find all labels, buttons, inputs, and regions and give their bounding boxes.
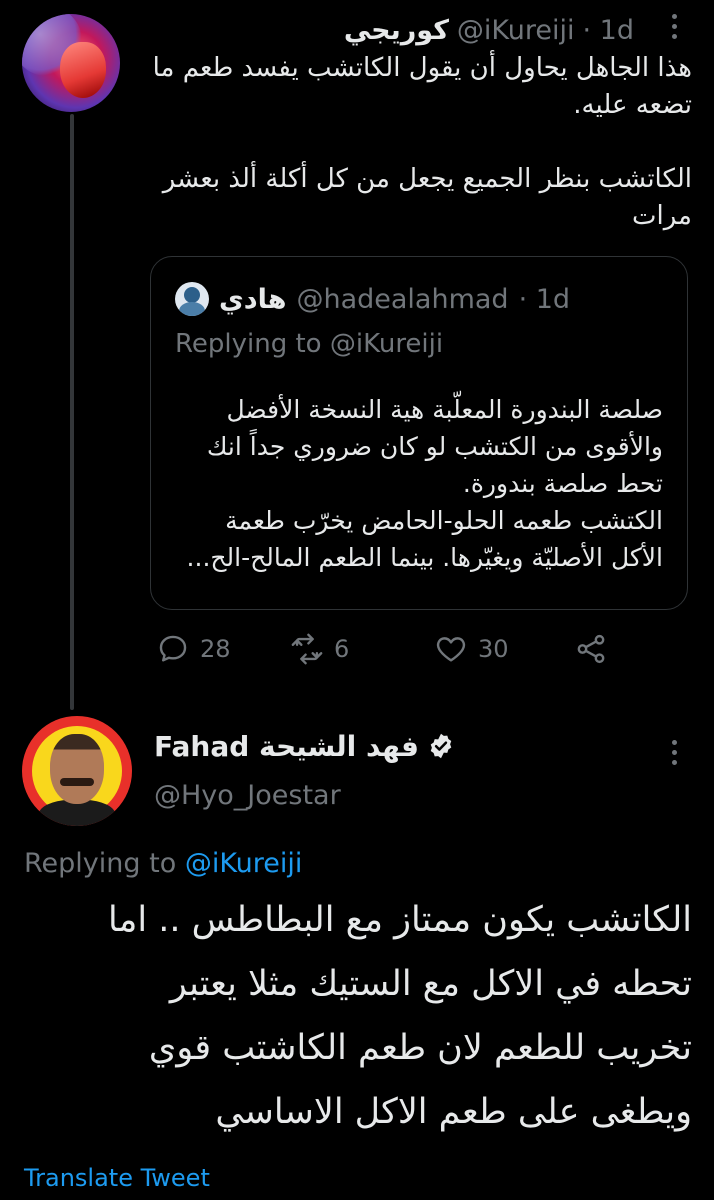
avatar-hyo-joestar[interactable] <box>22 716 132 826</box>
share-button[interactable] <box>574 632 608 666</box>
avatar-ikureiji[interactable] <box>22 14 120 112</box>
quote-text: صلصة البندورة المعلّبة هية النسخة الأفضل… <box>186 395 663 572</box>
like-button[interactable]: 30 <box>434 632 509 666</box>
avatar-hadealahmad <box>175 282 209 316</box>
retweet-button[interactable]: 6 <box>290 632 349 666</box>
tweet2-replying-prefix: Replying to <box>24 848 177 879</box>
tweet1-text: هذا الجاهل يحاول أن يقول الكاتشب يفسد طع… <box>152 53 692 231</box>
tweet1-handle[interactable]: @iKureiji <box>457 15 575 46</box>
tweet2-display-name[interactable]: Fahad فهد الشيحة <box>154 730 419 763</box>
quote-replying-prefix: Replying to <box>175 329 322 359</box>
heart-icon <box>436 637 466 662</box>
quote-replying-to: Replying to @iKureiji <box>175 329 443 359</box>
tweet2-text: الكاتشب يكون ممتاز مع البطاطس .. اما تحط… <box>108 900 692 1132</box>
tweet2-name-row: Fahad فهد الشيحة <box>154 728 455 764</box>
tweet2-replying-handle[interactable]: @iKureiji <box>185 848 303 879</box>
tweet1-time[interactable]: · 1d <box>583 15 634 46</box>
verified-badge-icon <box>430 733 452 759</box>
translate-tweet-link[interactable]: Translate Tweet <box>24 1164 210 1192</box>
tweet2-handle[interactable]: @Hyo_Joestar <box>154 780 341 811</box>
share-icon <box>577 634 605 664</box>
quote-replying-handle: @iKureiji <box>329 329 444 359</box>
quote-time: · 1d <box>518 283 571 315</box>
quote-header: هادي @hadealahmad · 1d <box>175 281 570 317</box>
quoted-tweet-card[interactable]: هادي @hadealahmad · 1d Replying to @iKur… <box>150 256 688 610</box>
tweet1-display-name[interactable]: كوريجي <box>344 15 449 46</box>
more-options-icon[interactable] <box>664 8 684 54</box>
thread-connector-line <box>70 114 74 710</box>
tweet2-replying-to: Replying to @iKureiji <box>24 848 302 879</box>
like-count: 30 <box>478 635 509 663</box>
reply-count: 28 <box>200 635 231 663</box>
quote-display-name: هادي <box>219 283 287 315</box>
quote-handle: @hadealahmad <box>296 283 509 315</box>
retweet-icon <box>291 633 323 665</box>
tweet1-header: كوريجي @iKureiji · 1d <box>344 14 634 46</box>
reply-icon <box>159 635 187 662</box>
reply-button[interactable]: 28 <box>156 632 231 666</box>
retweet-count: 6 <box>334 635 350 663</box>
tweet1-action-bar: 28 6 30 <box>150 632 670 676</box>
more-options-icon[interactable] <box>664 734 684 780</box>
